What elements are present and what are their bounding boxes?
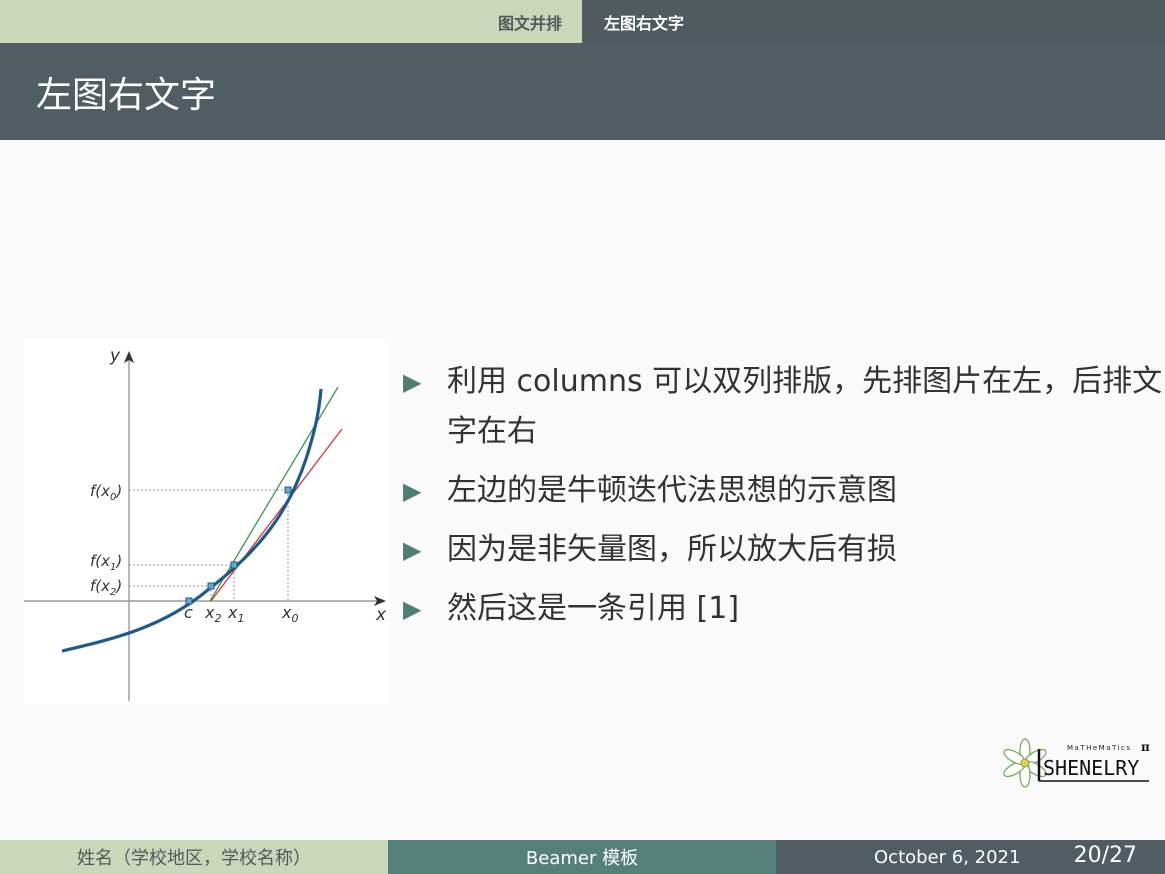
y-tick-label-fx1: f(x1) xyxy=(90,552,122,573)
logo-graphic: MaTHeMaTics π SHENELRY xyxy=(1003,738,1150,788)
frame-title-bar: 左图右文字 xyxy=(0,43,1165,140)
x-axis-label: x xyxy=(375,605,387,625)
nav-section-left-image-right-text[interactable]: 左图右文字 xyxy=(582,0,1165,43)
bullet-text: 因为是非矢量图，所以放大后有损 xyxy=(447,532,897,567)
bullet-text: 利用 columns 可以双列排版，先排图片在左，后排文字在右 xyxy=(447,364,1163,449)
logo-name: SHENELRY xyxy=(1043,756,1139,780)
shenelry-logo: MaTHeMaTics π SHENELRY xyxy=(1003,735,1153,795)
nav-section-label: 图文并排 xyxy=(497,13,562,33)
y-tick-label-fx0: f(x0) xyxy=(90,482,122,503)
bullet-triangle-icon: ▶ xyxy=(403,477,422,505)
total-pages: 27 xyxy=(1109,843,1137,868)
list-item: ▶ 利用 columns 可以双列排版，先排图片在左，后排文字在右 xyxy=(403,357,1163,457)
footer-date-page: October 6, 2021 20/27 xyxy=(776,840,1165,874)
slide-title: 左图右文字 xyxy=(36,74,217,116)
page-counter: 20/27 xyxy=(1073,843,1137,868)
flower-icon xyxy=(1003,738,1047,788)
footer-title-text: Beamer 模板 xyxy=(525,848,639,869)
footer-title: Beamer 模板 xyxy=(388,840,776,874)
top-navigation: 图文并排 左图右文字 xyxy=(0,0,1165,43)
footer-author-text: 姓名（学校地区，学校名称） xyxy=(77,848,311,869)
tangent-line-red xyxy=(210,428,343,602)
bullet-text: 左边的是牛顿迭代法思想的示意图 xyxy=(447,473,897,508)
pi-symbol-icon: π xyxy=(1141,740,1150,754)
logo-top-text: MaTHeMaTics xyxy=(1067,744,1132,752)
footer-author: 姓名（学校地区，学校名称） xyxy=(0,840,388,874)
bullet-triangle-icon: ▶ xyxy=(403,536,422,564)
bullet-triangle-icon: ▶ xyxy=(403,368,422,396)
newton-diagram: y x c x2 x1 x0 f(x0) f(x1) f(x2) xyxy=(24,346,387,701)
nav-section-label: 左图右文字 xyxy=(604,13,685,33)
footer-bar: 姓名（学校地区，学校名称） Beamer 模板 October 6, 2021 … xyxy=(0,840,1165,874)
x-tick-label-c: c xyxy=(184,603,193,622)
x-tick-label-x1: x1 xyxy=(227,603,244,625)
list-item: ▶ 因为是非矢量图，所以放大后有损 xyxy=(403,525,1163,575)
y-tick-labels: f(x0) f(x1) f(x2) xyxy=(90,482,122,598)
x-tick-label-x0: x0 xyxy=(281,603,298,625)
bullet-text: 然后这是一条引用 [1] xyxy=(447,591,740,626)
bullet-list: ▶ 利用 columns 可以双列排版，先排图片在左，后排文字在右 ▶ 左边的是… xyxy=(403,357,1163,643)
x-tick-label-x2: x2 xyxy=(204,603,221,625)
x-tick-labels: c x2 x1 x0 xyxy=(184,603,298,625)
bullet-triangle-icon: ▶ xyxy=(403,595,422,623)
list-item: ▶ 然后这是一条引用 [1] xyxy=(403,584,1163,634)
nav-section-images-text[interactable]: 图文并排 xyxy=(0,0,582,43)
y-axis-label: y xyxy=(109,346,121,366)
tangent-line-green xyxy=(209,386,339,602)
y-tick-label-fx2: f(x2) xyxy=(90,577,122,598)
list-item: ▶ 左边的是牛顿迭代法思想的示意图 xyxy=(403,466,1163,516)
current-page: 20 xyxy=(1073,843,1102,868)
footer-date: October 6, 2021 xyxy=(874,847,1021,868)
newton-method-figure: y x c x2 x1 x0 f(x0) f(x1) f(x2) xyxy=(24,339,389,704)
